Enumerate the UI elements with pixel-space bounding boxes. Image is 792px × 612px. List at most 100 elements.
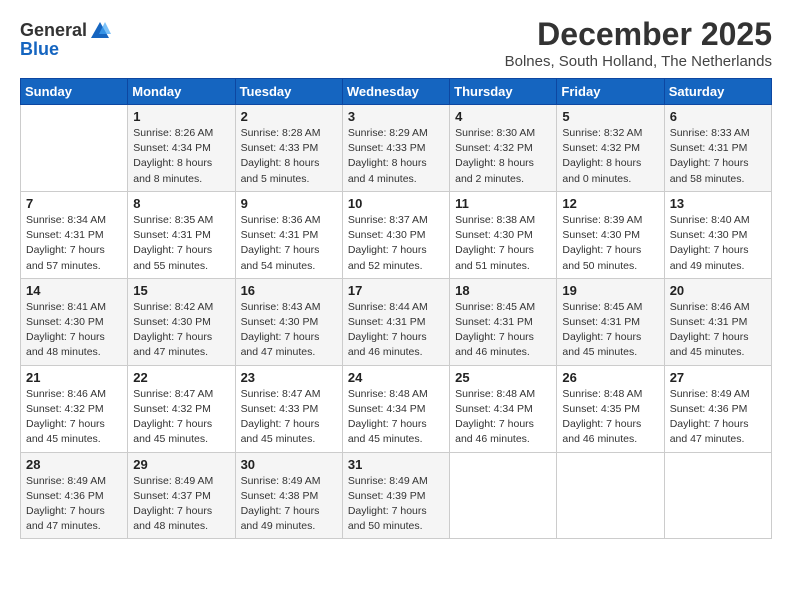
calendar-cell: 7Sunrise: 8:34 AMSunset: 4:31 PMDaylight…	[21, 191, 128, 278]
column-header-friday: Friday	[557, 79, 664, 105]
title-section: December 2025 Bolnes, South Holland, The…	[505, 16, 772, 70]
calendar-cell	[450, 452, 557, 539]
calendar-cell: 4 Sunrise: 8:30 AMSunset: 4:32 PMDaylight…	[450, 105, 557, 192]
day-number: 5	[562, 109, 658, 124]
day-detail: Sunrise: 8:36 AMSunset: 4:31 PMDaylight:…	[241, 213, 337, 274]
calendar-cell: 5 Sunrise: 8:32 AMSunset: 4:32 PMDaylight…	[557, 105, 664, 192]
day-detail: Sunrise: 8:46 AMSunset: 4:32 PMDaylight:…	[26, 387, 122, 448]
calendar-cell	[557, 452, 664, 539]
calendar-week-row: 21 Sunrise: 8:46 AMSunset: 4:32 PMDayligh…	[21, 365, 772, 452]
calendar-table: SundayMondayTuesdayWednesdayThursdayFrid…	[20, 78, 772, 539]
day-number: 30	[241, 457, 337, 472]
day-detail: Sunrise: 8:49 AMSunset: 4:39 PMDaylight:…	[348, 474, 444, 535]
calendar-week-row: 1 Sunrise: 8:26 AMSunset: 4:34 PMDaylight…	[21, 105, 772, 192]
logo-blue-text: Blue	[20, 40, 111, 60]
calendar-cell: 19 Sunrise: 8:45 AMSunset: 4:31 PMDayligh…	[557, 278, 664, 365]
column-header-thursday: Thursday	[450, 79, 557, 105]
column-header-wednesday: Wednesday	[342, 79, 449, 105]
day-detail: Sunrise: 8:33 AMSunset: 4:31 PMDaylight:…	[670, 126, 766, 187]
day-detail: Sunrise: 8:48 AMSunset: 4:34 PMDaylight:…	[348, 387, 444, 448]
day-detail: Sunrise: 8:49 AMSunset: 4:37 PMDaylight:…	[133, 474, 229, 535]
day-detail: Sunrise: 8:47 AMSunset: 4:32 PMDaylight:…	[133, 387, 229, 448]
logo: General Blue	[20, 20, 111, 60]
day-number: 20	[670, 283, 766, 298]
calendar-cell: 8Sunrise: 8:35 AMSunset: 4:31 PMDaylight…	[128, 191, 235, 278]
day-number: 29	[133, 457, 229, 472]
day-detail: Sunrise: 8:41 AMSunset: 4:30 PMDaylight:…	[26, 300, 122, 361]
calendar-cell: 17 Sunrise: 8:44 AMSunset: 4:31 PMDayligh…	[342, 278, 449, 365]
day-number: 4	[455, 109, 551, 124]
day-number: 1	[133, 109, 229, 124]
day-detail: Sunrise: 8:49 AMSunset: 4:38 PMDaylight:…	[241, 474, 337, 535]
calendar-cell: 23 Sunrise: 8:47 AMSunset: 4:33 PMDayligh…	[235, 365, 342, 452]
day-number: 9	[241, 196, 337, 211]
day-detail: Sunrise: 8:48 AMSunset: 4:34 PMDaylight:…	[455, 387, 551, 448]
day-detail: Sunrise: 8:45 AMSunset: 4:31 PMDaylight:…	[455, 300, 551, 361]
day-detail: Sunrise: 8:45 AMSunset: 4:31 PMDaylight:…	[562, 300, 658, 361]
calendar-week-row: 14 Sunrise: 8:41 AMSunset: 4:30 PMDayligh…	[21, 278, 772, 365]
day-detail: Sunrise: 8:37 AMSunset: 4:30 PMDaylight:…	[348, 213, 444, 274]
day-number: 22	[133, 370, 229, 385]
day-detail: Sunrise: 8:46 AMSunset: 4:31 PMDaylight:…	[670, 300, 766, 361]
day-detail: Sunrise: 8:29 AMSunset: 4:33 PMDaylight:…	[348, 126, 444, 187]
day-number: 24	[348, 370, 444, 385]
calendar-cell: 6 Sunrise: 8:33 AMSunset: 4:31 PMDaylight…	[664, 105, 771, 192]
calendar-cell: 1 Sunrise: 8:26 AMSunset: 4:34 PMDaylight…	[128, 105, 235, 192]
calendar-week-row: 28Sunrise: 8:49 AMSunset: 4:36 PMDayligh…	[21, 452, 772, 539]
day-number: 31	[348, 457, 444, 472]
day-detail: Sunrise: 8:28 AMSunset: 4:33 PMDaylight:…	[241, 126, 337, 187]
day-number: 13	[670, 196, 766, 211]
calendar-cell: 27Sunrise: 8:49 AMSunset: 4:36 PMDayligh…	[664, 365, 771, 452]
logo-general-text: General	[20, 21, 87, 41]
calendar-cell: 28Sunrise: 8:49 AMSunset: 4:36 PMDayligh…	[21, 452, 128, 539]
calendar-header-row: SundayMondayTuesdayWednesdayThursdayFrid…	[21, 79, 772, 105]
day-number: 3	[348, 109, 444, 124]
day-detail: Sunrise: 8:26 AMSunset: 4:34 PMDaylight:…	[133, 126, 229, 187]
day-detail: Sunrise: 8:49 AMSunset: 4:36 PMDaylight:…	[670, 387, 766, 448]
calendar-cell: 9 Sunrise: 8:36 AMSunset: 4:31 PMDaylight…	[235, 191, 342, 278]
day-number: 17	[348, 283, 444, 298]
calendar-cell: 12 Sunrise: 8:39 AMSunset: 4:30 PMDayligh…	[557, 191, 664, 278]
calendar-cell: 30 Sunrise: 8:49 AMSunset: 4:38 PMDayligh…	[235, 452, 342, 539]
calendar-cell: 14 Sunrise: 8:41 AMSunset: 4:30 PMDayligh…	[21, 278, 128, 365]
calendar-cell	[664, 452, 771, 539]
location-title: Bolnes, South Holland, The Netherlands	[505, 53, 772, 70]
day-number: 19	[562, 283, 658, 298]
day-detail: Sunrise: 8:44 AMSunset: 4:31 PMDaylight:…	[348, 300, 444, 361]
day-number: 12	[562, 196, 658, 211]
calendar-cell: 29 Sunrise: 8:49 AMSunset: 4:37 PMDayligh…	[128, 452, 235, 539]
day-detail: Sunrise: 8:32 AMSunset: 4:32 PMDaylight:…	[562, 126, 658, 187]
column-header-saturday: Saturday	[664, 79, 771, 105]
day-number: 21	[26, 370, 122, 385]
day-detail: Sunrise: 8:39 AMSunset: 4:30 PMDaylight:…	[562, 213, 658, 274]
day-detail: Sunrise: 8:43 AMSunset: 4:30 PMDaylight:…	[241, 300, 337, 361]
column-header-sunday: Sunday	[21, 79, 128, 105]
day-detail: Sunrise: 8:49 AMSunset: 4:36 PMDaylight:…	[26, 474, 122, 535]
day-detail: Sunrise: 8:35 AMSunset: 4:31 PMDaylight:…	[133, 213, 229, 274]
calendar-cell: 18Sunrise: 8:45 AMSunset: 4:31 PMDayligh…	[450, 278, 557, 365]
calendar-cell: 26Sunrise: 8:48 AMSunset: 4:35 PMDayligh…	[557, 365, 664, 452]
calendar-cell: 11Sunrise: 8:38 AMSunset: 4:30 PMDayligh…	[450, 191, 557, 278]
calendar-cell: 10 Sunrise: 8:37 AMSunset: 4:30 PMDayligh…	[342, 191, 449, 278]
calendar-cell: 16 Sunrise: 8:43 AMSunset: 4:30 PMDayligh…	[235, 278, 342, 365]
column-header-monday: Monday	[128, 79, 235, 105]
calendar-cell: 20 Sunrise: 8:46 AMSunset: 4:31 PMDayligh…	[664, 278, 771, 365]
day-number: 11	[455, 196, 551, 211]
month-title: December 2025	[505, 16, 772, 53]
calendar-cell: 15Sunrise: 8:42 AMSunset: 4:30 PMDayligh…	[128, 278, 235, 365]
day-number: 10	[348, 196, 444, 211]
column-header-tuesday: Tuesday	[235, 79, 342, 105]
day-detail: Sunrise: 8:47 AMSunset: 4:33 PMDaylight:…	[241, 387, 337, 448]
calendar-cell: 2Sunrise: 8:28 AMSunset: 4:33 PMDaylight…	[235, 105, 342, 192]
day-detail: Sunrise: 8:48 AMSunset: 4:35 PMDaylight:…	[562, 387, 658, 448]
calendar-cell: 13Sunrise: 8:40 AMSunset: 4:30 PMDayligh…	[664, 191, 771, 278]
day-number: 6	[670, 109, 766, 124]
calendar-cell: 22 Sunrise: 8:47 AMSunset: 4:32 PMDayligh…	[128, 365, 235, 452]
logo-icon	[89, 20, 111, 42]
day-number: 14	[26, 283, 122, 298]
day-detail: Sunrise: 8:30 AMSunset: 4:32 PMDaylight:…	[455, 126, 551, 187]
calendar-cell: 24 Sunrise: 8:48 AMSunset: 4:34 PMDayligh…	[342, 365, 449, 452]
day-number: 16	[241, 283, 337, 298]
calendar-cell: 31 Sunrise: 8:49 AMSunset: 4:39 PMDayligh…	[342, 452, 449, 539]
day-number: 23	[241, 370, 337, 385]
